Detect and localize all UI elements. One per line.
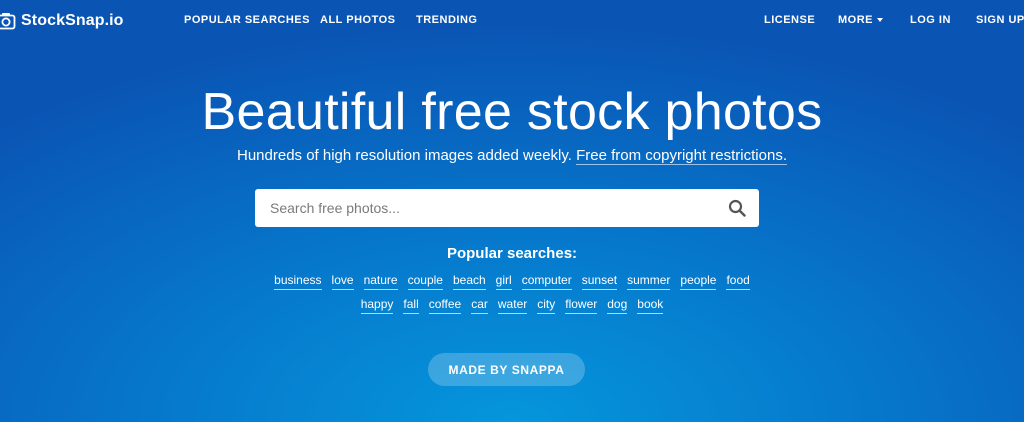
tag-summer[interactable]: summer: [627, 273, 671, 290]
tag-people[interactable]: people: [680, 273, 717, 290]
hero-subtitle-text: Hundreds of high resolution images added…: [237, 147, 572, 164]
popular-tags-row-1: business love nature couple beach girl c…: [0, 273, 1024, 290]
nav-popular-searches[interactable]: POPULAR SEARCHES: [184, 14, 310, 26]
nav-more-dropdown[interactable]: MORE: [838, 14, 883, 26]
tag-food[interactable]: food: [726, 273, 750, 290]
camera-icon: [0, 13, 16, 30]
tag-fall[interactable]: fall: [403, 297, 419, 314]
nav-all-photos[interactable]: ALL PHOTOS: [320, 14, 396, 26]
tag-book[interactable]: book: [637, 297, 664, 314]
nav-sign-up[interactable]: SIGN UP: [976, 14, 1024, 26]
tag-computer[interactable]: computer: [521, 273, 572, 290]
caret-down-icon: [877, 18, 883, 22]
search-bar: [255, 189, 759, 227]
hero-title: Beautiful free stock photos: [201, 83, 823, 141]
popular-tags-row-2: happy fall coffee car water city flower …: [0, 297, 1024, 314]
tag-flower[interactable]: flower: [565, 297, 598, 314]
tag-coffee[interactable]: coffee: [428, 297, 462, 314]
search-icon[interactable]: [728, 199, 746, 217]
tag-sunset[interactable]: sunset: [581, 273, 618, 290]
top-navbar: StockSnap.io POPULAR SEARCHES ALL PHOTOS…: [0, 0, 1024, 42]
tag-business[interactable]: business: [274, 273, 322, 290]
nav-trending[interactable]: TRENDING: [416, 14, 477, 26]
tag-girl[interactable]: girl: [495, 273, 512, 290]
made-by-snappa-button[interactable]: MADE BY SNAPPA: [428, 353, 585, 386]
search-input[interactable]: [270, 190, 710, 226]
nav-log-in[interactable]: LOG IN: [910, 14, 951, 26]
tag-love[interactable]: love: [331, 273, 354, 290]
tag-water[interactable]: water: [497, 297, 528, 314]
tag-couple[interactable]: couple: [407, 273, 443, 290]
hero-subtitle: Hundreds of high resolution images added…: [0, 147, 1024, 165]
brand-logo[interactable]: StockSnap.io: [0, 10, 124, 32]
nav-more-label: MORE: [838, 14, 873, 26]
tag-happy[interactable]: happy: [360, 297, 394, 314]
tag-city[interactable]: city: [537, 297, 556, 314]
tag-beach[interactable]: beach: [452, 273, 486, 290]
tag-dog[interactable]: dog: [607, 297, 628, 314]
brand-name: StockSnap.io: [21, 12, 124, 29]
popular-searches-heading: Popular searches:: [446, 245, 578, 262]
nav-license[interactable]: LICENSE: [764, 14, 815, 26]
copyright-link[interactable]: Free from copyright restrictions.: [576, 147, 787, 165]
tag-car[interactable]: car: [471, 297, 488, 314]
tag-nature[interactable]: nature: [363, 273, 398, 290]
